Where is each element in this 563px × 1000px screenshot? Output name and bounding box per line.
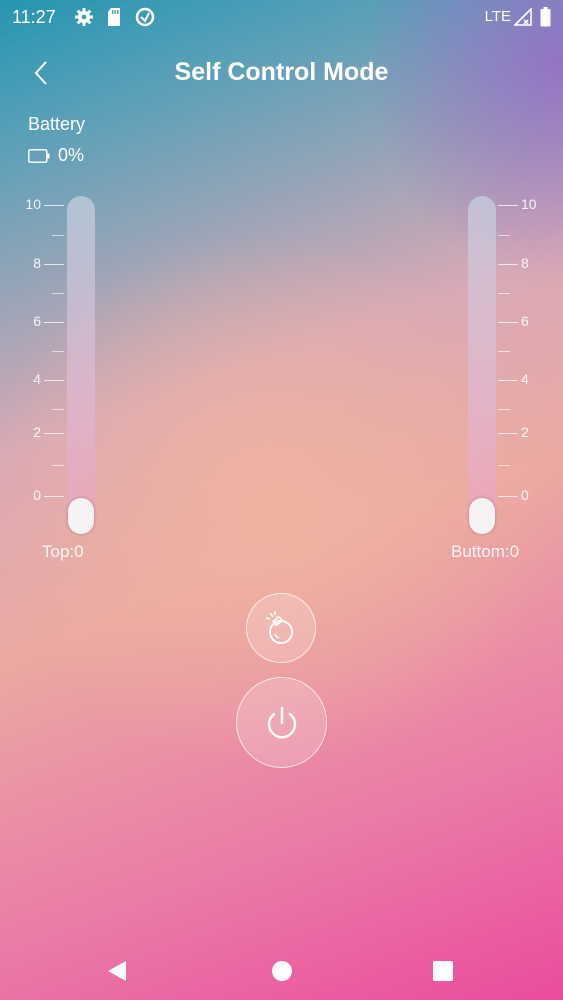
nav-back-button[interactable] xyxy=(102,956,132,986)
scale-tick-major xyxy=(44,205,64,206)
gear-icon xyxy=(74,6,94,28)
scale-tick-label: 2 xyxy=(33,424,41,440)
scale-tick-major xyxy=(498,205,518,206)
scale-tick-minor xyxy=(52,351,64,352)
nav-back-icon xyxy=(108,961,126,981)
scale-tick-minor xyxy=(498,351,510,352)
scale-tick-minor xyxy=(52,409,64,410)
bottom-slider-thumb[interactable] xyxy=(469,498,495,534)
nav-home-button[interactable] xyxy=(267,956,297,986)
nav-home-icon xyxy=(272,961,292,981)
power-icon xyxy=(267,706,296,738)
scale-tick-major xyxy=(44,496,64,497)
scale-tick-label: 4 xyxy=(33,371,41,387)
scale-tick-label: 4 xyxy=(521,371,529,387)
top-slider-thumb[interactable] xyxy=(68,498,94,534)
scale-tick-label: 6 xyxy=(33,313,41,329)
background-glow xyxy=(260,0,563,380)
scale-tick-label: 10 xyxy=(25,196,41,212)
scale-tick-minor xyxy=(498,409,510,410)
nav-recents-button[interactable] xyxy=(428,956,458,986)
scale-tick-minor xyxy=(498,293,510,294)
battery-status: 0% xyxy=(28,145,84,166)
battery-label: Battery xyxy=(28,114,86,134)
scale-tick-minor xyxy=(52,293,64,294)
scale-tick-major xyxy=(44,264,64,265)
battery-outline-icon xyxy=(28,148,50,163)
bomb-button[interactable] xyxy=(246,593,316,663)
scale-tick-major xyxy=(498,496,518,497)
scale-tick-label: 2 xyxy=(521,424,529,440)
bomb-icon xyxy=(265,611,293,644)
status-bar: 11:27 LTE xyxy=(0,0,563,34)
page-title: Self Control Mode xyxy=(174,58,389,86)
scale-tick-label: 6 xyxy=(521,313,529,329)
top-slider-label: Top:0 xyxy=(42,542,84,561)
scale-tick-major xyxy=(44,380,64,381)
scale-tick-major xyxy=(44,433,64,434)
scale-tick-minor xyxy=(52,465,64,466)
signal-icon xyxy=(514,6,532,28)
scale-tick-minor xyxy=(498,465,510,466)
scale-tick-label: 0 xyxy=(521,487,529,503)
scale-tick-major xyxy=(498,380,518,381)
scale-tick-minor xyxy=(52,235,64,236)
power-button[interactable] xyxy=(236,677,327,768)
nav-recents-icon xyxy=(433,961,453,981)
navigation-bar xyxy=(0,940,563,1000)
scale-tick-minor xyxy=(498,235,510,236)
scale-tick-major xyxy=(44,322,64,323)
scale-tick-major xyxy=(498,433,518,434)
scale-tick-major xyxy=(498,264,518,265)
scale-tick-label: 8 xyxy=(521,255,529,271)
data-saver-icon xyxy=(134,6,156,28)
network-type: LTE xyxy=(484,8,511,25)
battery-value: 0% xyxy=(58,145,85,165)
bottom-slider-track[interactable] xyxy=(468,196,496,530)
scale-tick-label: 8 xyxy=(33,255,41,271)
battery-icon xyxy=(540,6,551,28)
bottom-slider-label: Buttom:0 xyxy=(451,542,520,561)
sd-card-icon xyxy=(106,6,122,28)
scale-tick-major xyxy=(498,322,518,323)
scale-tick-label: 0 xyxy=(33,487,41,503)
scale-tick-label: 10 xyxy=(521,196,537,212)
status-time: 11:27 xyxy=(12,7,56,27)
top-slider-track[interactable] xyxy=(67,196,95,530)
